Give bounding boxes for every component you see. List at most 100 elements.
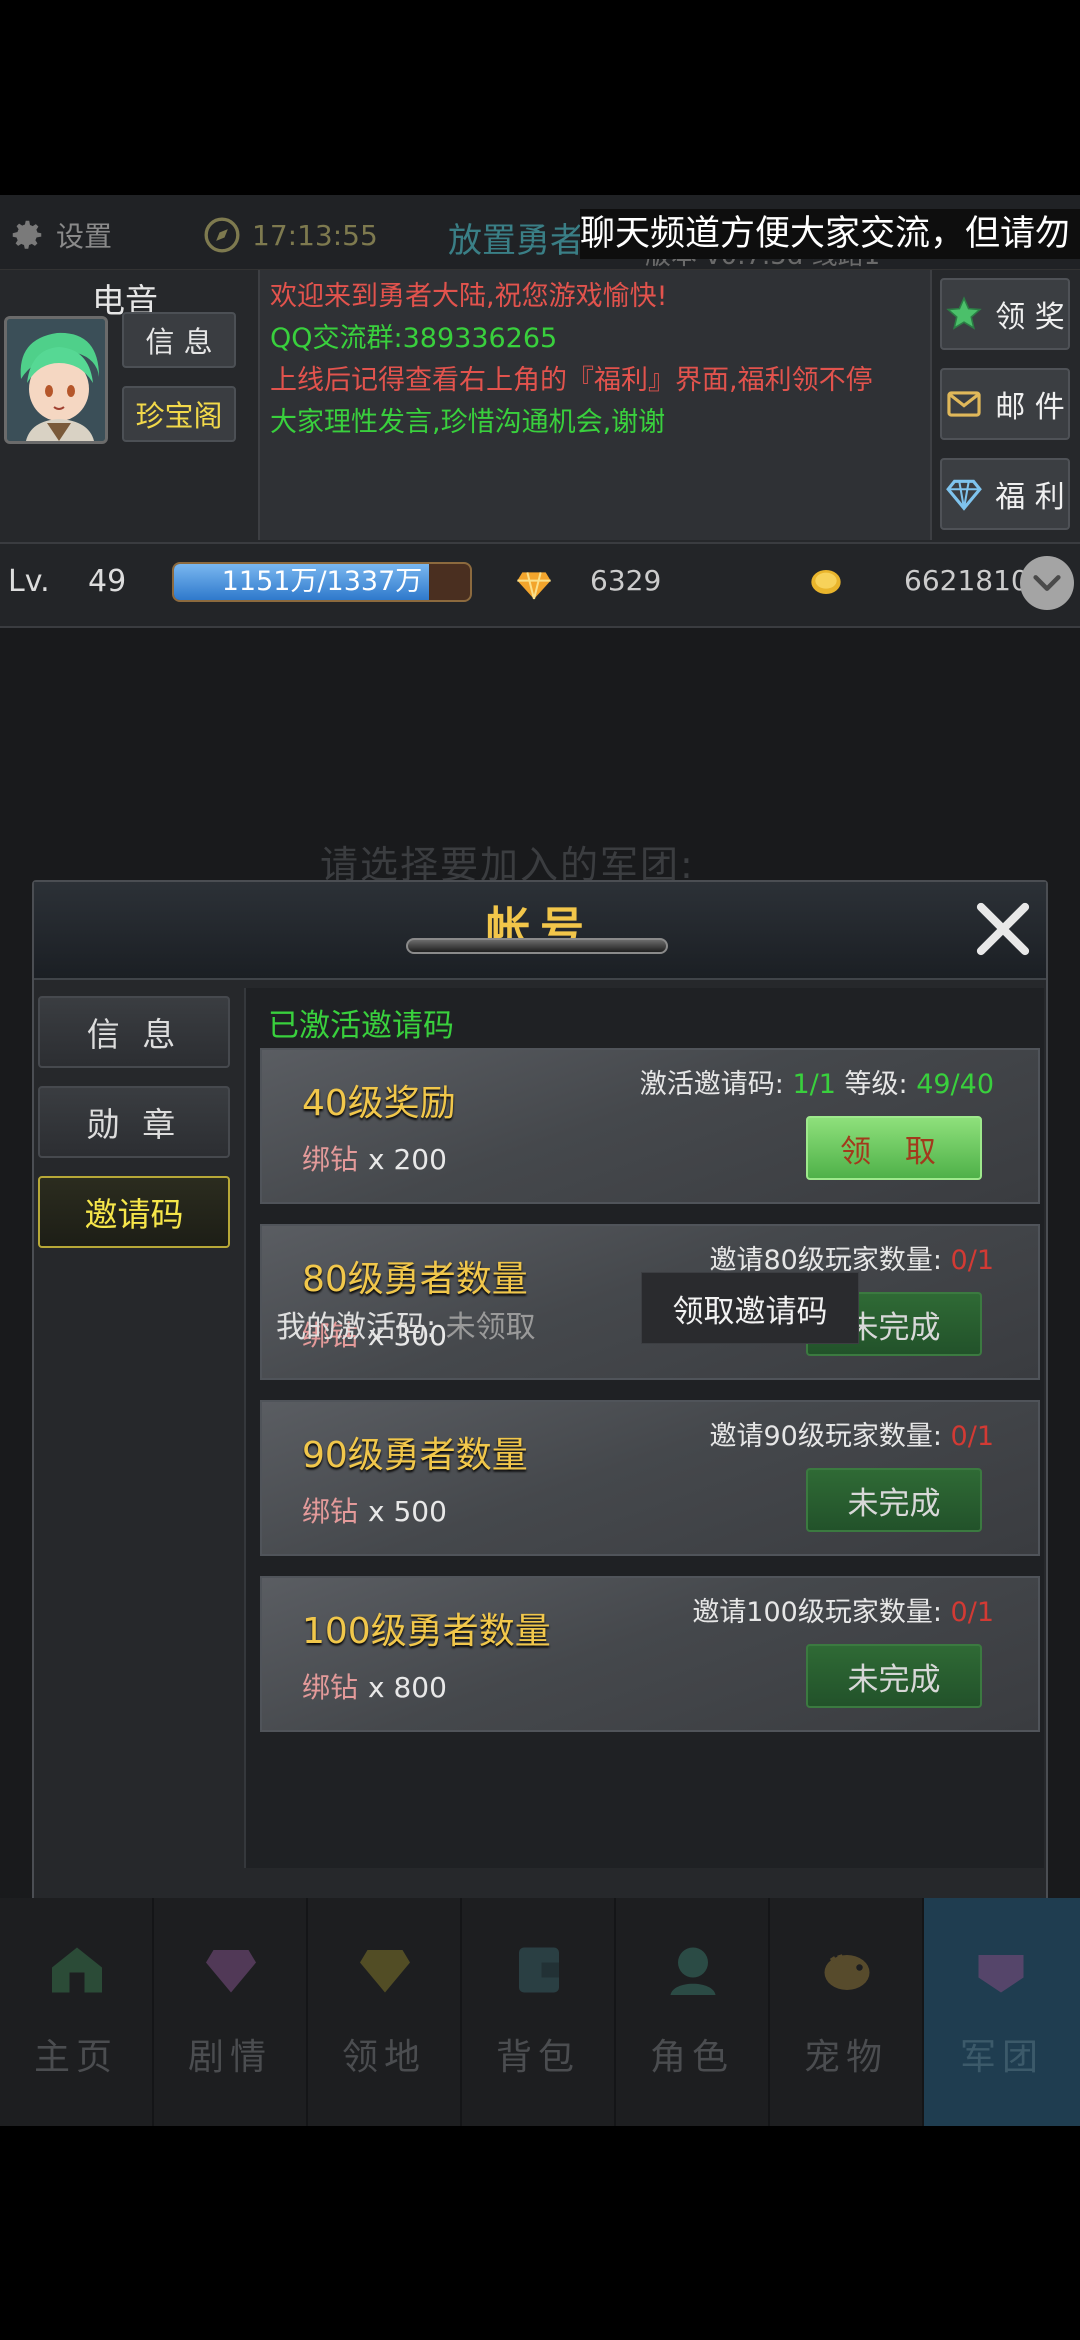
home-icon (52, 1947, 102, 1993)
info-button[interactable]: 信 息 (122, 312, 236, 368)
mail-label: 邮 件 (995, 390, 1065, 425)
pig-icon (824, 1954, 870, 1990)
card-title: 100级勇者数量 (302, 1611, 551, 1652)
reward-amount: x 800 (368, 1671, 447, 1704)
reward-label: 绑钻 (302, 1495, 359, 1528)
activated-section-title: 已激活邀请码 (268, 1008, 454, 1044)
tab-invite-code[interactable]: 邀请码 (38, 1176, 230, 1248)
card-reward: 绑钻 x 800 (302, 1666, 447, 1706)
nav-label: 主页 (33, 2037, 118, 2078)
exp-bar: 1151万/1337万 (172, 562, 472, 602)
account-dialog: 帐号 信 息 勋 章 邀请码 已激活邀请码 40级奖励 绑钻 x 200 激活邀请… (32, 880, 1048, 1902)
diamond-icon (946, 479, 983, 511)
level-label: Lv. (8, 564, 50, 599)
gem-icon (517, 572, 551, 600)
close-icon (976, 902, 1030, 956)
card-condition: 激活邀请码: 1/1 等级: 49/40 (640, 1062, 994, 1101)
chevron-down-icon (1033, 575, 1061, 591)
nav-label: 剧情 (187, 2037, 272, 2078)
dialog-header: 帐号 (34, 882, 1046, 980)
star-icon (946, 296, 982, 330)
welfare-label: 福 利 (995, 480, 1065, 515)
mail-button[interactable]: 邮 件 (940, 368, 1070, 440)
card-condition: 邀请100级玩家数量: 0/1 (692, 1590, 994, 1629)
player-header: 电音 信 息 珍宝阁 欢迎来到勇者大陆,祝您游戏愉快! QQ交流群:389336… (0, 270, 1080, 542)
compass-icon (204, 217, 240, 253)
expand-button[interactable] (1020, 556, 1074, 610)
condition-label: 邀请100级玩家数量: (692, 1597, 942, 1628)
clock: 17:13:55 (202, 217, 378, 253)
chat-panel: 欢迎来到勇者大陆,祝您游戏愉快! QQ交流群:389336265 上线后记得查看… (258, 270, 932, 540)
reward-card: 90级勇者数量 绑钻 x 500 邀请90级玩家数量: 0/1 未完成 (260, 1400, 1040, 1556)
condition-value: 0/1 (950, 1245, 994, 1276)
claim-button[interactable]: 领 取 (806, 1116, 982, 1180)
exp-text: 1151万/1337万 (221, 566, 423, 597)
card-reward: 绑钻 x 200 (302, 1138, 447, 1178)
level-value: 49 (88, 564, 127, 599)
game-statusbar: 设置 17:13:55 放置勇者 版本 v0.7.5d 线路1 聊天频道方便大家… (0, 195, 1080, 271)
character-icon (670, 1947, 716, 1995)
reward-label: 绑钻 (302, 1143, 359, 1176)
nav-item-character[interactable]: 角色 (616, 1898, 770, 2126)
card-reward: 绑钻 x 500 (302, 1490, 447, 1530)
coin-icon (811, 570, 841, 594)
nav-item-guild[interactable]: 军团 (924, 1898, 1080, 2126)
coin-count: 6621810 (904, 564, 1029, 597)
my-code-label: 我的激活码: (276, 1310, 437, 1345)
condition-value: 0/1 (950, 1597, 994, 1628)
card-condition: 邀请90级玩家数量: 0/1 (710, 1414, 995, 1453)
condition-label-2: 等级: (844, 1069, 908, 1100)
nav-label: 背包 (495, 2037, 580, 2078)
nav-item-story[interactable]: 剧情 (154, 1898, 308, 2126)
title-decoration (406, 938, 668, 954)
reward-label: 领 奖 (995, 300, 1065, 335)
nav-label: 领地 (341, 2037, 426, 2078)
my-code-status: 未领取 (445, 1310, 536, 1345)
bag-icon (519, 1947, 559, 1993)
nav-item-territory[interactable]: 领地 (308, 1898, 462, 2126)
incomplete-button[interactable]: 未完成 (806, 1468, 982, 1532)
invite-code-panel: 已激活邀请码 40级奖励 绑钻 x 200 激活邀请码: 1/1 等级: 49/4… (244, 988, 1044, 1868)
card-title: 90级勇者数量 (302, 1435, 528, 1476)
gear-icon (12, 220, 42, 249)
settings-button[interactable]: 设置 (8, 217, 112, 253)
tab-medal[interactable]: 勋 章 (38, 1086, 230, 1158)
chat-marquee: 聊天频道方便大家交流，但请勿 (580, 209, 1080, 259)
level-bar: Lv. 49 1151万/1337万 6329 6621810 (0, 542, 1080, 628)
diamond-icon (360, 1950, 410, 1993)
get-invite-code-button[interactable]: 领取邀请码 (641, 1272, 859, 1344)
condition-label: 激活邀请码: (639, 1069, 784, 1100)
gem-icon (206, 1950, 256, 1993)
tab-info[interactable]: 信 息 (38, 996, 230, 1068)
mail-icon (947, 391, 981, 417)
nav-item-pet[interactable]: 宠物 (770, 1898, 924, 2126)
card-title: 80级勇者数量 (302, 1259, 528, 1300)
avatar[interactable] (4, 316, 108, 444)
game-title: 放置勇者 (448, 221, 584, 261)
welfare-button[interactable]: 福 利 (940, 458, 1070, 530)
avatar-image (7, 319, 105, 441)
nav-label: 军团 (959, 2037, 1044, 2078)
treasure-button[interactable]: 珍宝阁 (122, 386, 236, 442)
condition-value-2: 49/40 (916, 1069, 994, 1100)
chat-message: 欢迎来到勇者大陆,祝您游戏愉快! (270, 281, 668, 312)
nav-label: 宠物 (803, 2037, 888, 2078)
condition-value: 1/1 (792, 1069, 836, 1100)
guild-icon (978, 1955, 1024, 1993)
nav-item-bag[interactable]: 背包 (462, 1898, 616, 2126)
reward-amount: x 200 (368, 1143, 447, 1176)
chat-message: 上线后记得查看右上角的『福利』界面,福利领不停 (270, 365, 873, 396)
reward-label: 绑钻 (302, 1671, 359, 1704)
nav-item-home[interactable]: 主页 (0, 1898, 154, 2126)
my-code-row: 我的激活码: 未领取 (276, 1302, 536, 1346)
close-button[interactable] (966, 892, 1040, 966)
chat-message: 大家理性发言,珍惜沟通机会,谢谢 (270, 407, 666, 438)
top-black-area (0, 0, 1080, 195)
clock-time: 17:13:55 (252, 218, 378, 252)
reward-amount: x 500 (368, 1495, 447, 1528)
reward-button[interactable]: 领 奖 (940, 278, 1070, 350)
diamond-count: 6329 (590, 564, 662, 597)
bottom-nav: 主页 剧情 领地 背包 角色 宠物 军团 (0, 1898, 1080, 2126)
nav-label: 角色 (649, 2037, 734, 2078)
incomplete-button[interactable]: 未完成 (806, 1644, 982, 1708)
